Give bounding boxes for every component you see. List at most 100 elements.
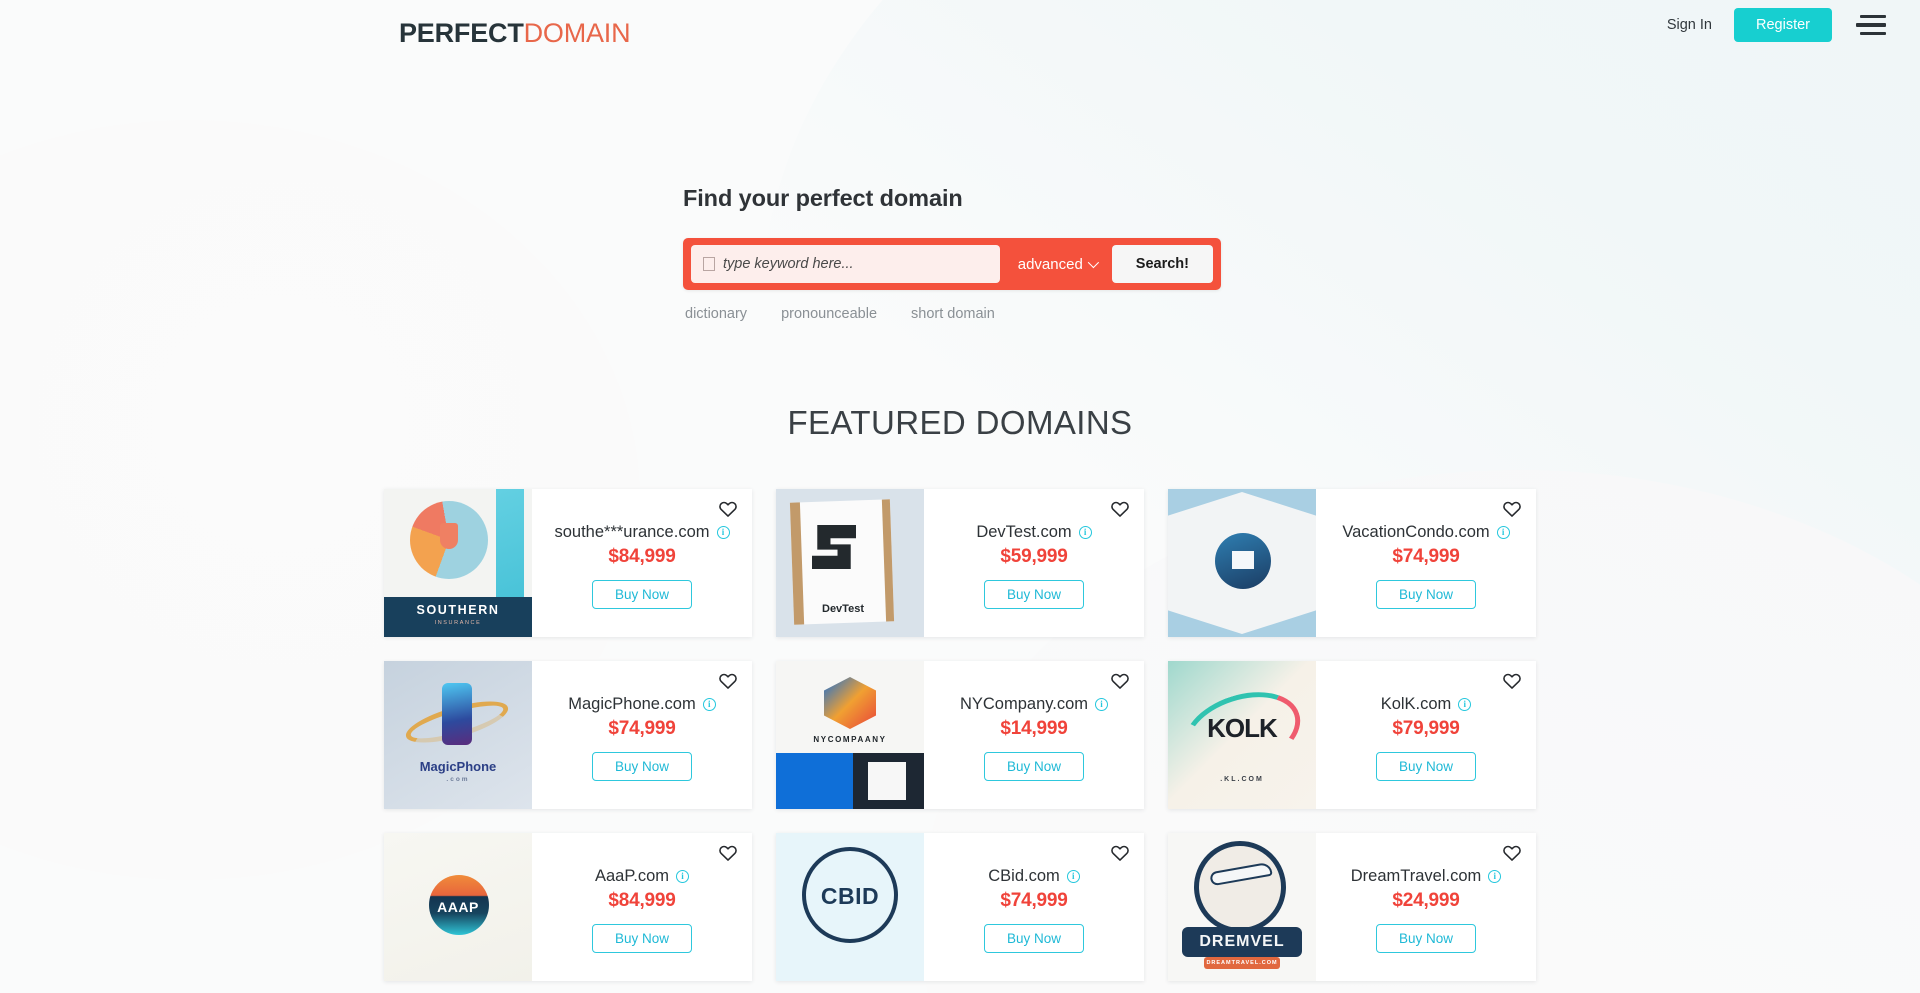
- domain-card[interactable]: NYCOMPAANY NYCompany.com i $14,999 Buy Now: [776, 661, 1144, 809]
- domain-card[interactable]: CBID CBid.com i $74,999 Buy Now: [776, 833, 1144, 981]
- heart-icon[interactable]: [1110, 671, 1130, 691]
- search-quick-links: dictionary pronounceable short domain: [683, 306, 1243, 322]
- domain-name-row: AaaP.com i: [542, 867, 742, 886]
- buy-now-button[interactable]: Buy Now: [1375, 924, 1477, 953]
- buy-now-button[interactable]: Buy Now: [591, 924, 693, 953]
- thumb-subcaption: INSURANCE: [434, 620, 482, 626]
- domain-price: $74,999: [608, 718, 676, 739]
- domain-thumbnail[interactable]: SOUTHERN INSURANCE: [384, 489, 532, 637]
- domain-price: $24,999: [1392, 890, 1460, 911]
- chevron-down-icon: [1087, 256, 1099, 269]
- heart-icon[interactable]: [718, 499, 738, 519]
- domain-card-body: DreamTravel.com i $24,999 Buy Now: [1316, 833, 1536, 981]
- hamburger-line-2: [1856, 23, 1886, 27]
- domain-thumbnail[interactable]: [1168, 489, 1316, 637]
- logo-text-primary: PERFECT: [399, 18, 524, 48]
- thumb-caption: MagicPhone .com: [384, 759, 532, 783]
- domain-thumbnail[interactable]: NYCOMPAANY: [776, 661, 924, 809]
- thumb-caption: AAAP: [437, 899, 479, 915]
- hamburger-line-3: [1860, 31, 1886, 36]
- sign-in-link[interactable]: Sign In: [1663, 11, 1716, 39]
- buy-now-button[interactable]: Buy Now: [983, 924, 1085, 953]
- info-icon[interactable]: i: [676, 870, 689, 883]
- domain-name-row: DreamTravel.com i: [1326, 867, 1526, 886]
- domain-thumbnail[interactable]: DREMVEL DREAMTRAVEL.COM: [1168, 833, 1316, 981]
- search-hero: Find your perfect domain advanced Search…: [683, 185, 1243, 322]
- info-icon[interactable]: i: [702, 698, 716, 711]
- thumb-subcaption: .com: [446, 776, 470, 783]
- info-icon[interactable]: i: [1066, 870, 1080, 883]
- buy-now-button[interactable]: Buy Now: [591, 752, 693, 781]
- quick-link-short-domain[interactable]: short domain: [911, 306, 995, 322]
- domain-thumbnail[interactable]: KOLK .KL.COM: [1168, 661, 1316, 809]
- advanced-search-toggle[interactable]: advanced: [1010, 256, 1112, 273]
- domain-name-row: MagicPhone.com i: [542, 695, 742, 714]
- thumb-caption: DevTest: [822, 603, 864, 615]
- register-button[interactable]: Register: [1734, 8, 1832, 42]
- search-input[interactable]: [723, 256, 988, 272]
- info-icon[interactable]: i: [1078, 526, 1092, 539]
- search-icon: [703, 257, 715, 271]
- featured-domains-grid: SOUTHERN INSURANCE southe***urance.com i $84…: [384, 489, 1536, 981]
- buy-now-button[interactable]: Buy Now: [983, 580, 1085, 609]
- heart-icon[interactable]: [718, 843, 738, 863]
- search-input-wrapper[interactable]: [691, 245, 1000, 283]
- domain-card-body: NYCompany.com i $14,999 Buy Now: [924, 661, 1144, 809]
- buy-now-button[interactable]: Buy Now: [1375, 580, 1477, 609]
- domain-card[interactable]: SOUTHERN INSURANCE southe***urance.com i $84…: [384, 489, 752, 637]
- domain-card[interactable]: AAAP AaaP.com i $84,999 Buy Now: [384, 833, 752, 981]
- heart-icon[interactable]: [1502, 843, 1522, 863]
- domain-thumbnail[interactable]: CBID: [776, 833, 924, 981]
- domain-name-row: CBid.com i: [934, 867, 1134, 886]
- domain-name: NYCompany.com: [959, 695, 1089, 713]
- domain-name-row: VacationCondo.com i: [1326, 523, 1526, 542]
- domain-thumbnail[interactable]: DevTest: [776, 489, 924, 637]
- info-icon[interactable]: i: [1095, 698, 1109, 711]
- domain-card[interactable]: KOLK .KL.COM KolK.com i $79,999 Buy Now: [1168, 661, 1536, 809]
- search-button[interactable]: Search!: [1111, 245, 1213, 283]
- buy-now-button[interactable]: Buy Now: [591, 580, 693, 609]
- thumb-caption: SOUTHERN: [416, 603, 500, 617]
- quick-link-dictionary[interactable]: dictionary: [685, 306, 747, 322]
- thumb-shield: [440, 523, 458, 549]
- heart-icon[interactable]: [718, 671, 738, 691]
- featured-domains-heading: FEATURED DOMAINS: [787, 404, 1133, 441]
- quick-link-pronounceable[interactable]: pronounceable: [781, 306, 877, 322]
- info-icon[interactable]: i: [1496, 526, 1510, 539]
- domain-card[interactable]: VacationCondo.com i $74,999 Buy Now: [1168, 489, 1536, 637]
- domain-name: KolK.com: [1380, 695, 1452, 713]
- domain-name-row: DevTest.com i: [934, 523, 1134, 542]
- heart-icon[interactable]: [1110, 499, 1130, 519]
- domain-price: $59,999: [1000, 546, 1068, 567]
- heart-icon[interactable]: [1110, 843, 1130, 863]
- domain-card[interactable]: MagicPhone .com MagicPhone.com i $74,999 Buy …: [384, 661, 752, 809]
- page-title: Find your perfect domain: [683, 185, 963, 211]
- thumb-cube: [824, 677, 876, 729]
- info-icon[interactable]: i: [1458, 698, 1472, 711]
- info-icon[interactable]: i: [1488, 870, 1502, 883]
- thumb-strip: [776, 753, 924, 809]
- domain-card-body: DevTest.com i $59,999 Buy Now: [924, 489, 1144, 637]
- thumb-pencil: [496, 489, 524, 597]
- domain-price: $79,999: [1392, 718, 1460, 739]
- domain-thumbnail[interactable]: AAAP: [384, 833, 532, 981]
- buy-now-button[interactable]: Buy Now: [983, 752, 1085, 781]
- thumb-phone: [442, 683, 472, 745]
- site-logo[interactable]: PERFECTDOMAIN: [399, 18, 631, 48]
- info-icon[interactable]: i: [716, 526, 730, 539]
- thumb-band: SOUTHERN INSURANCE: [384, 597, 532, 637]
- search-bar: advanced Search!: [683, 238, 1221, 290]
- heart-icon[interactable]: [1502, 671, 1522, 691]
- domain-price: $14,999: [1000, 718, 1068, 739]
- thumb-caption: CBID: [820, 883, 880, 909]
- buy-now-button[interactable]: Buy Now: [1375, 752, 1477, 781]
- domain-name: southe***urance.com: [554, 523, 710, 541]
- domain-card[interactable]: DevTest DevTest.com i $59,999 Buy Now: [776, 489, 1144, 637]
- thumb-caption: DREMVEL: [1182, 927, 1302, 957]
- domain-thumbnail[interactable]: MagicPhone .com: [384, 661, 532, 809]
- domain-card[interactable]: DREMVEL DREAMTRAVEL.COM DreamTravel.com i $2…: [1168, 833, 1536, 981]
- domain-card-body: southe***urance.com i $84,999 Buy Now: [532, 489, 752, 637]
- hamburger-menu-icon[interactable]: [1850, 12, 1886, 38]
- thumb-subcaption: .KL.COM: [1220, 776, 1264, 783]
- heart-icon[interactable]: [1502, 499, 1522, 519]
